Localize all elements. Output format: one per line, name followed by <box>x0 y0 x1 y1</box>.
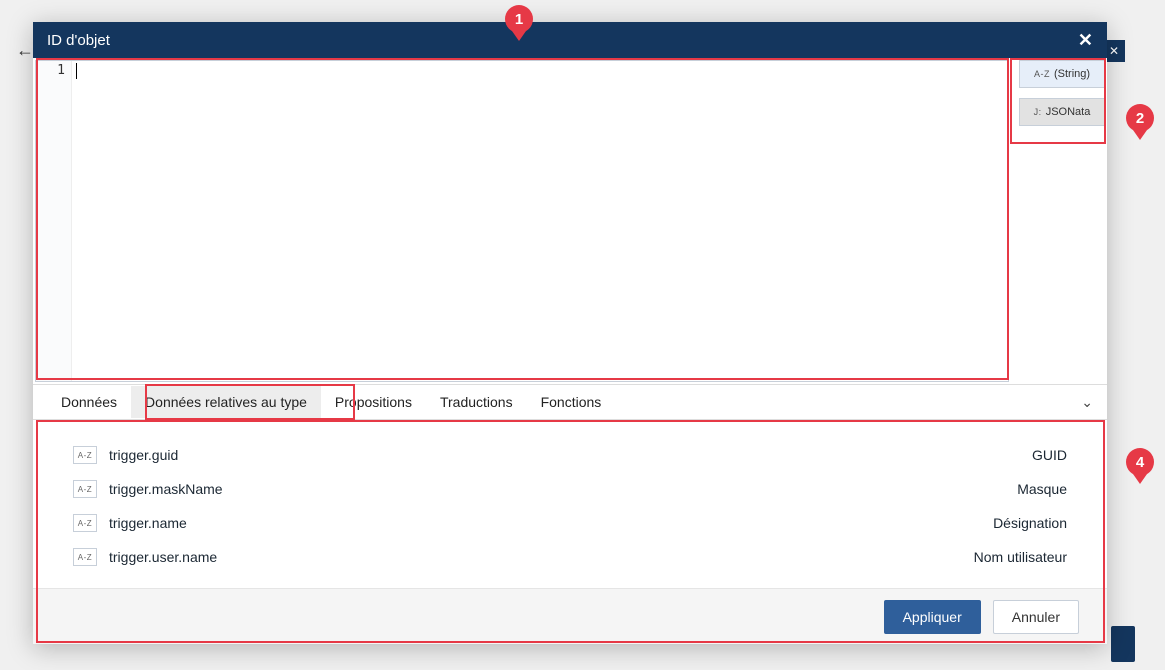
row-desc: GUID <box>1032 447 1067 463</box>
row-desc: Nom utilisateur <box>974 549 1067 565</box>
close-icon[interactable]: ✕ <box>1078 31 1093 49</box>
tab-donnees[interactable]: Données <box>47 386 131 418</box>
dialog-header: ID d'objet ✕ <box>33 22 1107 58</box>
dialog-footer: Appliquer Annuler <box>33 588 1107 644</box>
row-desc: Désignation <box>993 515 1067 531</box>
row-path: trigger.user.name <box>109 549 217 565</box>
type-badge-icon: A-Z <box>73 446 97 464</box>
tab-fonctions[interactable]: Fonctions <box>527 386 616 418</box>
data-row[interactable]: A-Z trigger.maskName Masque <box>73 472 1067 506</box>
type-buttons: A-Z (String) J: JSONata <box>1009 60 1105 382</box>
type-jsonata-button[interactable]: J: JSONata <box>1019 98 1105 126</box>
editor-content[interactable] <box>72 61 1008 381</box>
dialog-title: ID d'objet <box>47 32 110 49</box>
type-badge-icon: A-Z <box>73 548 97 566</box>
row-path: trigger.guid <box>109 447 178 463</box>
data-row[interactable]: A-Z trigger.guid GUID <box>73 438 1067 472</box>
type-badge-icon: A-Z <box>73 514 97 532</box>
dialog-content: 1 A-Z (String) J: JSONata Données Donnée… <box>33 58 1107 644</box>
cancel-button[interactable]: Annuler <box>993 600 1079 634</box>
editor-gutter: 1 <box>36 61 72 381</box>
dialog: ID d'objet ✕ 1 A-Z (String) J: JSONata D… <box>33 22 1107 644</box>
chevron-down-icon[interactable]: ⌄ <box>1081 394 1093 411</box>
back-arrow-icon[interactable]: ← <box>16 40 34 61</box>
apply-button[interactable]: Appliquer <box>884 600 981 634</box>
tab-propositions[interactable]: Propositions <box>321 386 426 418</box>
tabs: Données Données relatives au type Propos… <box>33 384 1107 420</box>
editor-area: 1 A-Z (String) J: JSONata <box>35 60 1105 382</box>
tab-donnees-type[interactable]: Données relatives au type <box>131 386 321 418</box>
data-row[interactable]: A-Z trigger.name Désignation <box>73 506 1067 540</box>
row-path: trigger.maskName <box>109 481 223 497</box>
data-row[interactable]: A-Z trigger.user.name Nom utilisateur <box>73 540 1067 574</box>
type-string-button[interactable]: A-Z (String) <box>1019 60 1105 88</box>
row-desc: Masque <box>1017 481 1067 497</box>
tab-traductions[interactable]: Traductions <box>426 386 527 418</box>
type-badge-icon: A-Z <box>73 480 97 498</box>
row-path: trigger.name <box>109 515 187 531</box>
data-panel: A-Z trigger.guid GUID A-Z trigger.maskNa… <box>33 420 1107 588</box>
code-editor[interactable]: 1 <box>35 60 1009 382</box>
bg-button <box>1111 626 1135 662</box>
